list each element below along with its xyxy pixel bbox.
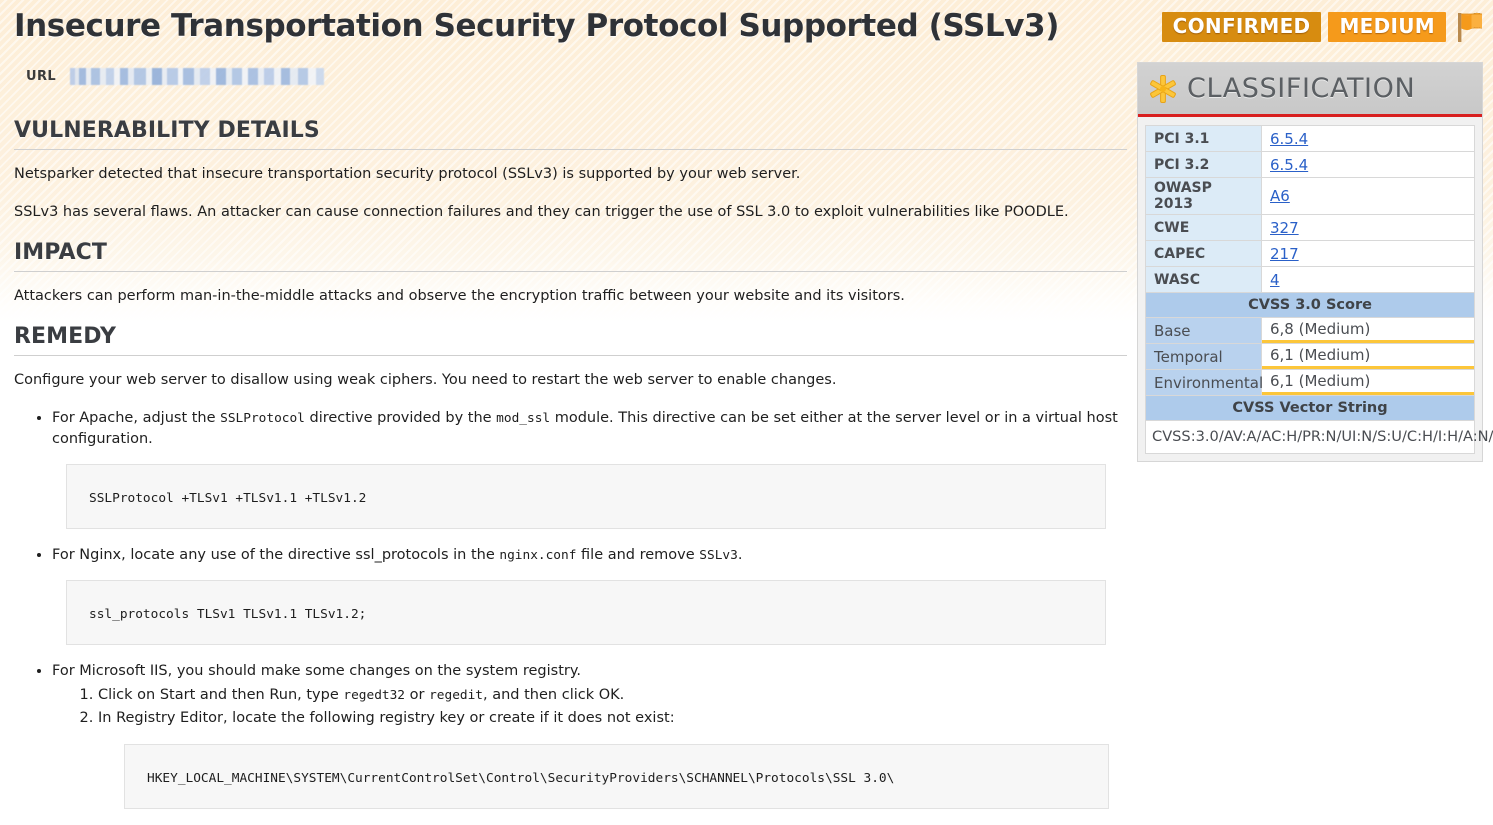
classification-label: OWASP 2013: [1145, 177, 1262, 215]
cvss-vector-value: CVSS:3.0/AV:A/AC:H/PR:N/UI:N/S:U/C:H/I:H…: [1145, 420, 1493, 454]
cvss-score-text: 6,1 (Medium): [1270, 346, 1371, 364]
step1-text-b: or: [405, 687, 430, 704]
classification-label: PCI 3.2: [1145, 151, 1262, 178]
classification-link[interactable]: 217: [1270, 245, 1299, 263]
classification-label: WASC: [1145, 266, 1262, 293]
cvss-score-bar: [1262, 392, 1474, 395]
classification-link[interactable]: 4: [1270, 271, 1280, 289]
asterisk-icon: [1148, 74, 1178, 104]
remedy-intro: Configure your web server to disallow us…: [14, 372, 837, 389]
status-badge-confirmed[interactable]: CONFIRMED: [1161, 12, 1322, 42]
section-heading-vulnerability-details: VULNERABILITY DETAILS: [14, 118, 320, 143]
classification-value: 217: [1261, 240, 1475, 267]
classification-link[interactable]: A6: [1270, 187, 1290, 205]
cvss-value-temporal: 6,1 (Medium): [1261, 343, 1475, 370]
inline-code-regedit: regedit: [429, 688, 484, 704]
section-divider: [14, 271, 1127, 273]
apache-text-a: For Apache, adjust the: [52, 410, 221, 427]
classification-value: A6: [1261, 177, 1475, 215]
details-paragraph-2: SSLv3 has several flaws. An attacker can…: [14, 204, 1069, 221]
classification-value: 6.5.4: [1261, 151, 1475, 178]
remedy-list: For Apache, adjust the SSLProtocol direc…: [14, 408, 1124, 450]
details-paragraph-1: Netsparker detected that insecure transp…: [14, 166, 801, 182]
cvss-value-environmental: 6,1 (Medium): [1261, 369, 1475, 396]
classification-label: PCI 3.1: [1145, 125, 1262, 152]
classification-label: CWE: [1145, 214, 1262, 241]
nginx-text-c: .: [737, 547, 743, 564]
url-row: URL: [26, 68, 325, 85]
code-text: HKEY_LOCAL_MACHINE\SYSTEM\CurrentControl…: [147, 770, 895, 786]
table-row: CVSS 3.0 Score: [1145, 292, 1475, 318]
list-item-iis: For Microsoft IIS, you should make some …: [52, 661, 1122, 730]
inline-code-sslprotocol: SSLProtocol: [220, 411, 305, 427]
severity-badge-medium[interactable]: MEDIUM: [1328, 12, 1446, 42]
list-item-iis-step-2: In Registry Editor, locate the following…: [98, 708, 1122, 730]
table-row: WASC 4: [1145, 266, 1475, 293]
inline-code-modssl: mod_ssl: [496, 411, 551, 427]
list-item-apache: For Apache, adjust the SSLProtocol direc…: [52, 408, 1122, 450]
page-title: Insecure Transportation Security Protoco…: [14, 8, 1059, 44]
code-block-apache: SSLProtocol +TLSv1 +TLSv1.1 +TLSv1.2: [66, 464, 1106, 530]
nginx-text-b: file and remove: [576, 547, 700, 564]
table-row: Temporal 6,1 (Medium): [1145, 343, 1475, 370]
table-row: CWE 327: [1145, 214, 1475, 241]
cvss-score-header: CVSS 3.0 Score: [1145, 292, 1475, 318]
inline-code-sslv3: SSLv3: [699, 548, 738, 564]
cvss-label-environmental: Environmental: [1145, 369, 1263, 396]
cvss-score-text: 6,8 (Medium): [1270, 320, 1371, 338]
cvss-score-text: 6,1 (Medium): [1270, 372, 1371, 390]
code-text: ssl_protocols TLSv1 TLSv1.1 TLSv1.2;: [89, 607, 367, 623]
code-block-nginx: ssl_protocols TLSv1 TLSv1.1 TLSv1.2;: [66, 580, 1106, 646]
table-row: CVSS Vector String: [1145, 395, 1475, 421]
cvss-label-base: Base: [1145, 317, 1262, 344]
flag-icon[interactable]: [1455, 10, 1485, 44]
cvss-value-base: 6,8 (Medium): [1261, 317, 1475, 344]
classification-link[interactable]: 6.5.4: [1270, 156, 1308, 174]
list-item-nginx: For Nginx, locate any use of the directi…: [52, 545, 1122, 566]
table-row: PCI 3.2 6.5.4: [1145, 151, 1475, 178]
classification-table: PCI 3.1 6.5.4 PCI 3.2 6.5.4 OWASP 2013 A…: [1145, 125, 1493, 454]
apache-text-b: directive provided by the: [304, 410, 497, 427]
step1-text-c: , and then click OK.: [483, 687, 625, 704]
table-row: PCI 3.1 6.5.4: [1145, 125, 1475, 152]
table-row: Base 6,8 (Medium): [1145, 317, 1475, 344]
list-item-iis-step-1: Click on Start and then Run, type regedt…: [98, 685, 1122, 707]
vulnerability-report-page: Insecure Transportation Security Protoco…: [0, 0, 1493, 809]
table-row: OWASP 2013 A6: [1145, 177, 1475, 215]
main-content: VULNERABILITY DETAILS Netsparker detecte…: [14, 118, 1127, 825]
classification-panel: CLASSIFICATION PCI 3.1 6.5.4 PCI 3.2 6.5…: [1137, 62, 1493, 462]
remedy-list: For Microsoft IIS, you should make some …: [14, 661, 1124, 730]
classification-label: CAPEC: [1145, 240, 1262, 267]
cvss-label-temporal: Temporal: [1145, 343, 1262, 370]
section-divider: [14, 149, 1127, 150]
inline-code-nginxconf: nginx.conf: [499, 548, 577, 564]
url-value-redacted[interactable]: [70, 68, 325, 85]
section-heading-impact: IMPACT: [14, 240, 107, 266]
code-block-registry: HKEY_LOCAL_MACHINE\SYSTEM\CurrentControl…: [124, 743, 1109, 809]
classification-value: 327: [1261, 214, 1475, 241]
report-header: Insecure Transportation Security Protoco…: [0, 0, 1493, 58]
classification-value: 4: [1261, 266, 1475, 293]
iis-text: For Microsoft IIS, you should make some …: [52, 663, 581, 680]
cvss-vector-header: CVSS Vector String: [1145, 395, 1475, 421]
nginx-text-a: For Nginx, locate any use of the directi…: [52, 547, 500, 564]
impact-paragraph-1: Attackers can perform man-in-the-middle …: [14, 288, 905, 305]
inline-code-regedt32: regedt32: [343, 688, 406, 704]
table-row: CVSS:3.0/AV:A/AC:H/PR:N/UI:N/S:U/C:H/I:H…: [1145, 420, 1493, 454]
classification-panel-title: CLASSIFICATION: [1187, 73, 1416, 104]
classification-link[interactable]: 6.5.4: [1270, 130, 1308, 148]
remedy-list: For Nginx, locate any use of the directi…: [14, 545, 1124, 566]
iis-steps-list: Click on Start and then Run, type regedt…: [52, 685, 1122, 730]
table-row: Environmental 6,1 (Medium): [1145, 369, 1475, 396]
url-label: URL: [26, 69, 57, 84]
badge-group: CONFIRMED MEDIUM: [1161, 10, 1485, 44]
classification-link[interactable]: 327: [1270, 219, 1299, 237]
classification-panel-header: CLASSIFICATION: [1138, 63, 1482, 117]
step1-text-a: Click on Start and then Run, type: [98, 687, 344, 704]
classification-value: 6.5.4: [1261, 125, 1475, 152]
section-heading-remedy: REMEDY: [14, 324, 117, 350]
code-text: SSLProtocol +TLSv1 +TLSv1.1 +TLSv1.2: [89, 491, 367, 507]
table-row: CAPEC 217: [1145, 240, 1475, 267]
section-divider: [14, 355, 1127, 357]
